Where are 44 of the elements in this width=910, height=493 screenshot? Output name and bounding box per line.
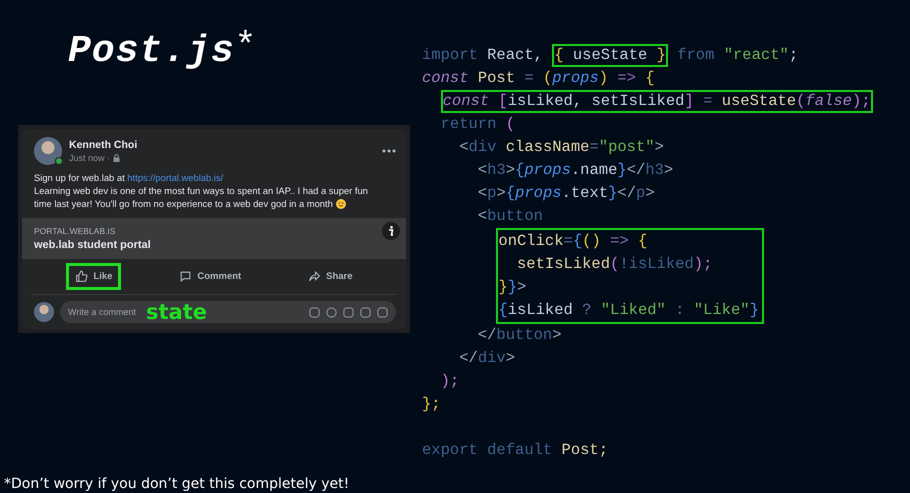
thumbs-up-icon: [75, 270, 88, 283]
code-line: <p>{props.text}</p>: [476, 183, 656, 204]
code-text: import: [422, 45, 479, 66]
post-text: time last year! You'll go from no experience to a web dev god in a month: [34, 197, 333, 210]
post-text: Sign up for web.lab at https://portal.weblab.is/: [34, 171, 224, 184]
code-line: </button>: [476, 325, 563, 346]
code-text: from: [676, 45, 716, 66]
code-line: <div className="post">: [458, 137, 665, 158]
preview-title: web.lab student portal: [34, 239, 152, 251]
code-line: setIsLiked(!isLiked);: [516, 254, 714, 275]
code-line: export default Post;: [422, 440, 610, 461]
code-line: <button: [476, 206, 544, 227]
code-text: React,: [487, 45, 544, 66]
comment-input[interactable]: Write a comment: [68, 307, 138, 317]
info-icon[interactable]: [382, 222, 400, 240]
author-name: Kenneth Choi: [69, 139, 138, 151]
share-arrow-icon: [308, 270, 322, 283]
comment-button[interactable]: Comment: [170, 263, 250, 290]
link-preview[interactable]: PORTAL.WEBLAB.IS web.lab student portal: [22, 218, 406, 259]
code-line: onClick={() => {: [498, 231, 648, 252]
comment-field[interactable]: Write a comment state: [60, 301, 396, 323]
speech-bubble-icon: [179, 270, 192, 283]
code-line: );: [440, 371, 460, 392]
code-line: <h3>{props.name}</h3>: [476, 160, 674, 181]
code-line: {isLiked ? "Liked" : "Like"}: [498, 300, 759, 321]
share-button[interactable]: Share: [299, 263, 362, 290]
code-line: return (: [440, 114, 516, 135]
highlight-box: { useState }: [552, 44, 668, 67]
annotation-label: state: [146, 302, 208, 322]
code-text: ;: [788, 45, 798, 66]
more-options-icon[interactable]: [382, 149, 396, 153]
code-text: "react": [724, 45, 789, 66]
post-text: Learning web dev is one of the most fun ways to spent an IAP.. I had a super fun: [34, 184, 368, 197]
code-line: };: [422, 394, 442, 415]
footnote: *Don’t worry if you don’t get this completely yet!: [4, 475, 350, 493]
code-line: </div>: [458, 348, 516, 369]
post-time: Just now ·: [69, 153, 110, 163]
avatar: [34, 302, 54, 322]
code-line: }}>: [498, 277, 528, 298]
lock-icon: [113, 154, 120, 162]
like-button[interactable]: Like: [66, 263, 122, 290]
preview-domain: PORTAL.WEBLAB.IS: [34, 226, 116, 236]
post-link[interactable]: https://portal.weblab.is/: [127, 172, 224, 183]
code-line: const Post = (props) => {: [422, 68, 656, 89]
